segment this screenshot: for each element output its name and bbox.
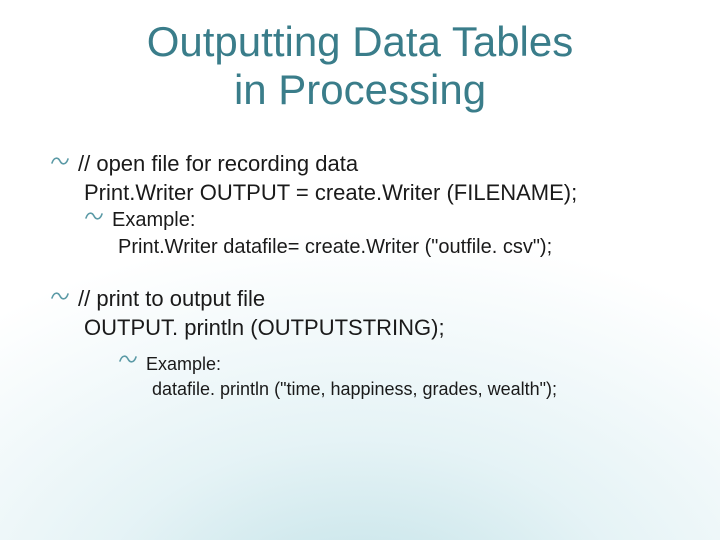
code-line: Print.Writer datafile= create.Writer ("o… <box>118 234 680 261</box>
tilde-icon <box>84 205 104 229</box>
bullet-print-output: // print to output file <box>50 285 680 314</box>
slide-title: Outputting Data Tables in Processing <box>0 0 720 115</box>
bullet-text: Example: <box>112 207 195 234</box>
bullet-text: // print to output file <box>78 285 265 314</box>
code-line: datafile. println ("time, happiness, gra… <box>152 377 680 401</box>
bullet-text: Example: <box>146 352 221 376</box>
bullet-example-2: Example: <box>118 352 680 376</box>
slide: Outputting Data Tables in Processing // … <box>0 0 720 540</box>
tilde-icon <box>50 148 70 174</box>
code-text: Print.Writer datafile= create.Writer ("o… <box>118 234 552 261</box>
bullet-example-1: Example: <box>84 207 680 234</box>
title-line-2: in Processing <box>234 66 486 113</box>
code-text: OUTPUT. println (OUTPUTSTRING); <box>84 314 445 343</box>
code-line: Print.Writer OUTPUT = create.Writer (FIL… <box>84 179 680 208</box>
bullet-text: // open file for recording data <box>78 150 358 179</box>
tilde-icon <box>50 283 70 309</box>
title-line-1: Outputting Data Tables <box>147 18 574 65</box>
code-line: OUTPUT. println (OUTPUTSTRING); <box>84 314 680 343</box>
slide-content: // open file for recording data Print.Wr… <box>50 150 680 401</box>
tilde-icon <box>118 350 138 372</box>
code-text: Print.Writer OUTPUT = create.Writer (FIL… <box>84 179 577 208</box>
code-text: datafile. println ("time, happiness, gra… <box>152 377 557 401</box>
bullet-open-file: // open file for recording data <box>50 150 680 179</box>
